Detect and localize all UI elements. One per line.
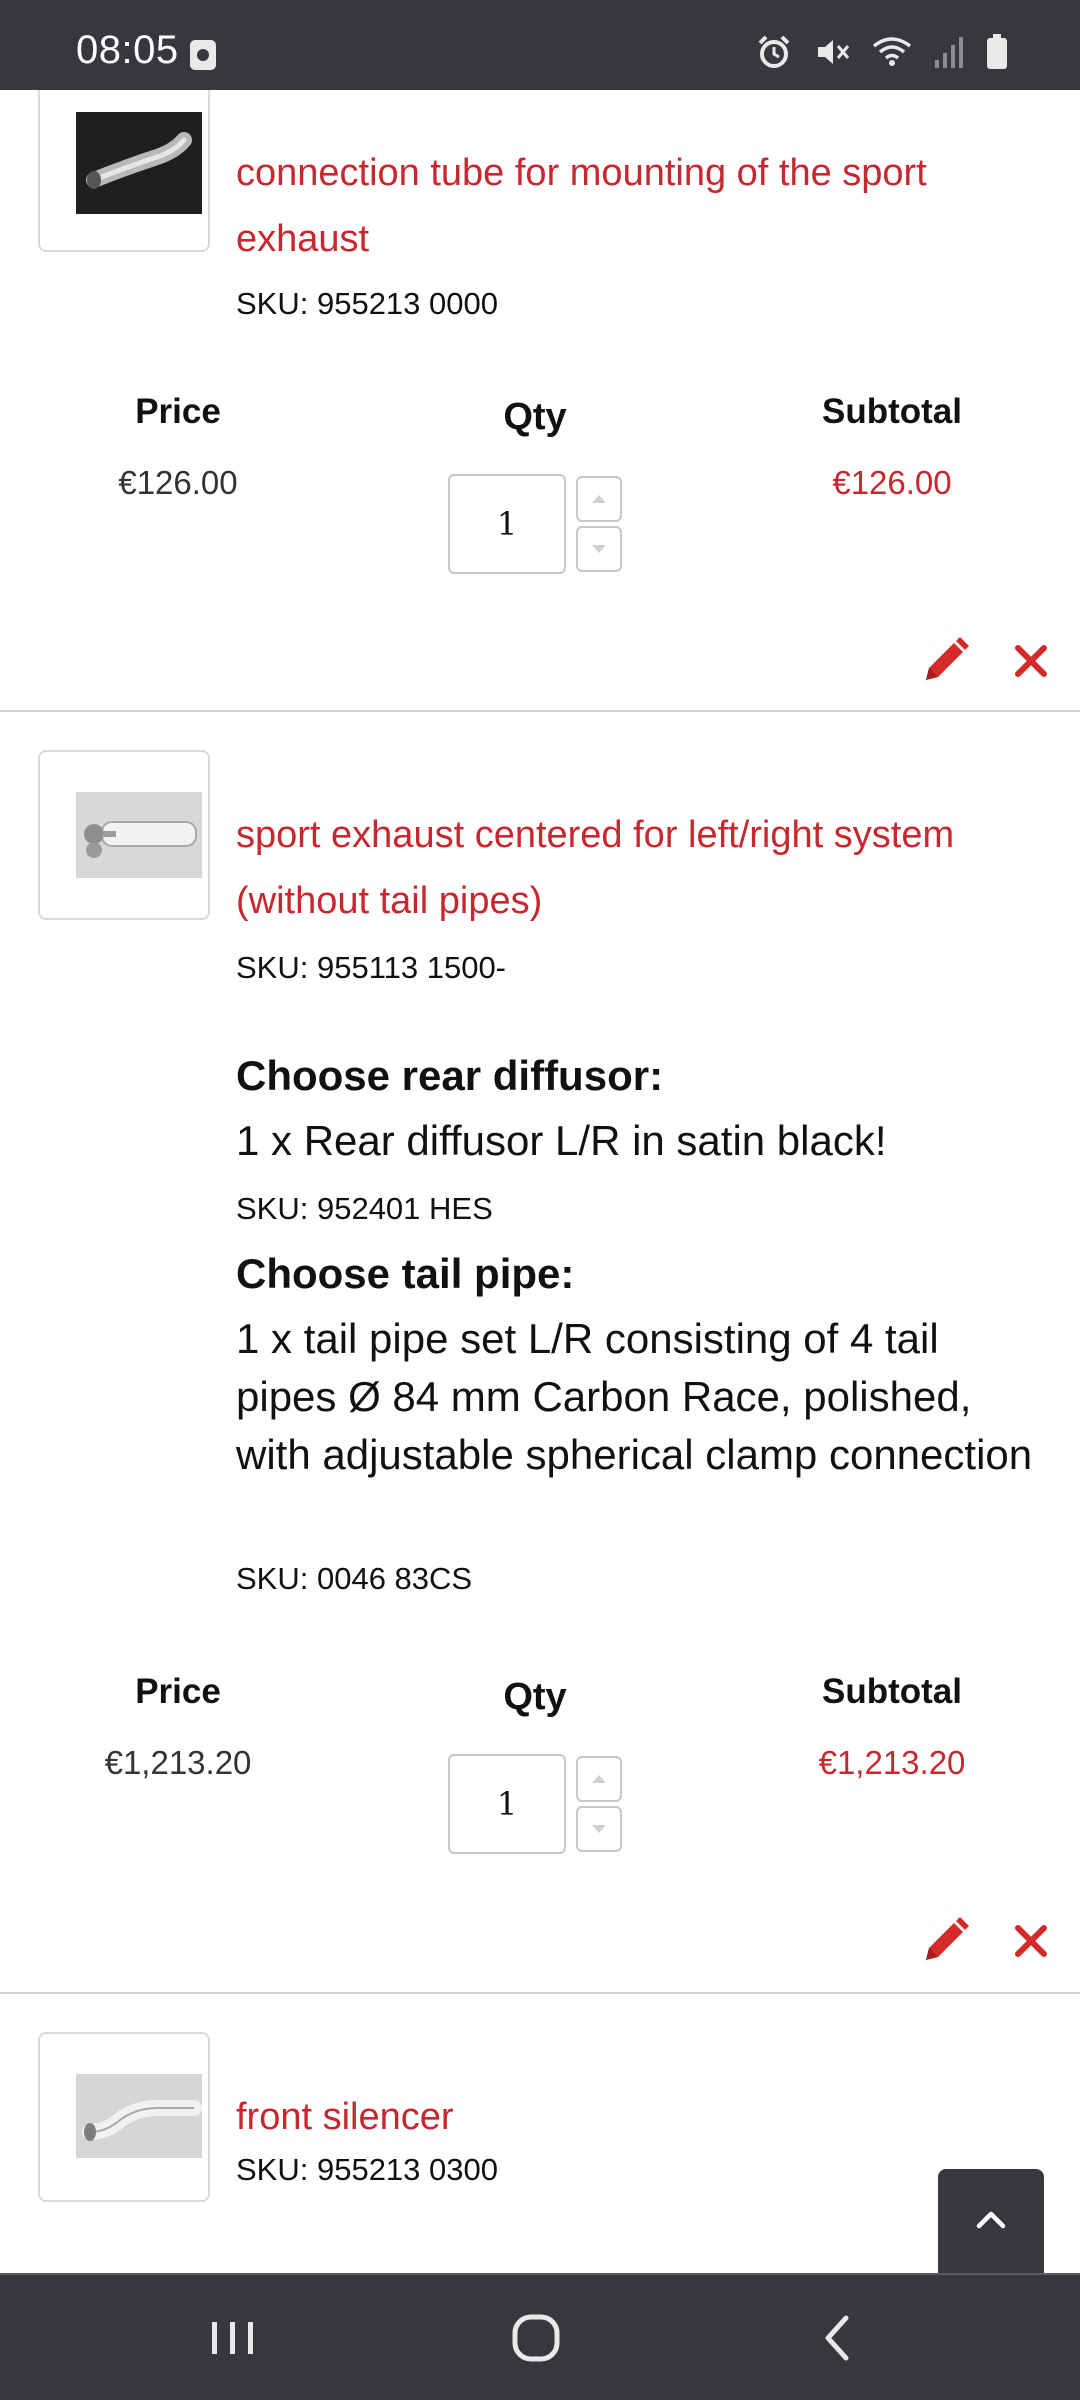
subtotal-label: Subtotal xyxy=(822,392,962,431)
price-label: Price xyxy=(135,392,221,431)
subtotal-value: €126.00 xyxy=(832,464,952,501)
scroll-to-top-button[interactable] xyxy=(938,2169,1044,2273)
qty-label: Qty xyxy=(503,396,567,438)
screen-recorder-icon xyxy=(190,40,216,70)
option-sku-diffusor: SKU: 952401 HES xyxy=(236,1191,493,1226)
product-sku: SKU: 955213 0000 xyxy=(236,286,498,321)
signal-icon xyxy=(935,37,963,68)
price-label: Price xyxy=(135,1672,221,1711)
price-value: €126.00 xyxy=(118,464,238,501)
cart-content[interactable]: connection tube for mounting of the spor… xyxy=(0,90,1080,2273)
battery-icon xyxy=(987,34,1007,69)
product-image xyxy=(76,112,202,214)
product-thumbnail[interactable] xyxy=(38,90,210,252)
item-divider xyxy=(0,1992,1080,1994)
option-value-tail-pipe: 1 x tail pipe set L/R consisting of 4 ta… xyxy=(236,1315,1033,1478)
recent-apps-icon[interactable] xyxy=(198,2303,268,2373)
option-heading-diffusor: Choose rear diffusor: xyxy=(236,1052,664,1099)
item-divider xyxy=(0,710,1080,712)
pencil-icon[interactable] xyxy=(920,1916,970,1966)
status-bar: 08:05 xyxy=(0,0,1080,90)
product-sku: SKU: 955213 0300 xyxy=(236,2152,498,2187)
caret-up-icon xyxy=(592,495,606,503)
option-value-diffusor: 1 x Rear diffusor L/R in satin black! xyxy=(236,1117,887,1164)
qty-label: Qty xyxy=(503,1676,567,1718)
status-icons xyxy=(756,32,1008,72)
close-icon[interactable] xyxy=(1014,1924,1048,1958)
option-heading-tail-pipe: Choose tail pipe: xyxy=(236,1250,575,1297)
qty-increase-button[interactable] xyxy=(576,1756,622,1802)
status-time: 08:05 xyxy=(76,28,179,72)
subtotal-value: €1,213.20 xyxy=(818,1744,966,1781)
qty-decrease-button[interactable] xyxy=(576,526,622,572)
qty-decrease-button[interactable] xyxy=(576,1806,622,1852)
product-name-link[interactable]: front silencer xyxy=(236,2084,1036,2150)
product-sku: SKU: 955113 1500- xyxy=(236,950,507,985)
navigation-bar xyxy=(0,2273,1080,2400)
product-thumbnail[interactable] xyxy=(38,750,210,920)
option-sku-tail-pipe: SKU: 0046 83CS xyxy=(236,1561,473,1596)
product-image xyxy=(76,792,202,878)
alarm-icon xyxy=(758,35,790,68)
close-icon[interactable] xyxy=(1014,644,1048,678)
product-name-link[interactable]: connection tube for mounting of the spor… xyxy=(236,140,1036,272)
mute-icon xyxy=(818,40,850,64)
pencil-icon[interactable] xyxy=(920,636,970,686)
product-name-link[interactable]: sport exhaust centered for left/right sy… xyxy=(236,802,1036,934)
caret-down-icon xyxy=(592,545,606,553)
caret-up-icon xyxy=(592,1775,606,1783)
product-image xyxy=(76,2074,202,2158)
quantity-input[interactable]: 1 xyxy=(448,474,566,574)
subtotal-label: Subtotal xyxy=(822,1672,962,1711)
wifi-icon xyxy=(872,37,912,66)
home-icon[interactable] xyxy=(501,2303,571,2373)
quantity-input[interactable]: 1 xyxy=(448,1754,566,1854)
chevron-up-icon xyxy=(976,2211,1006,2229)
qty-increase-button[interactable] xyxy=(576,476,622,522)
back-icon[interactable] xyxy=(803,2303,873,2373)
price-value: €1,213.20 xyxy=(104,1744,252,1781)
product-thumbnail[interactable] xyxy=(38,2032,210,2202)
caret-down-icon xyxy=(592,1825,606,1833)
